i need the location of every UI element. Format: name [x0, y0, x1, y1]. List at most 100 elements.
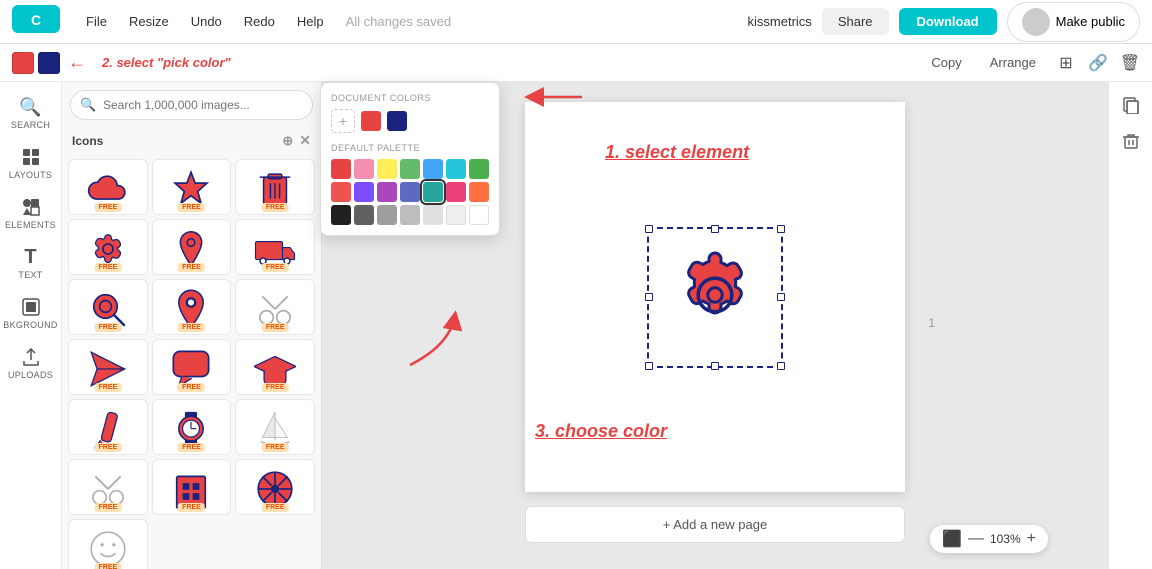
icon-card-face[interactable]: FREE	[68, 519, 148, 569]
canvas-page: 1. select element	[525, 102, 905, 492]
username: kissmetrics	[748, 14, 812, 29]
arrange-button[interactable]: Arrange	[982, 51, 1044, 74]
palette-orange[interactable]	[469, 182, 489, 202]
page-number: 1	[928, 316, 935, 330]
icon-card-cloud[interactable]: FREE	[68, 159, 148, 215]
palette-green[interactable]	[400, 159, 420, 179]
copy-button[interactable]: Copy	[923, 51, 969, 74]
add-color-button[interactable]: +	[331, 109, 355, 133]
handle-lm[interactable]	[645, 293, 653, 301]
palette-offwhite[interactable]	[446, 205, 466, 225]
download-button[interactable]: Download	[899, 8, 997, 35]
palette-yellow[interactable]	[377, 159, 397, 179]
icon-card-graduation-hat[interactable]: FREE	[235, 339, 315, 395]
annotation-1: 1. select element	[605, 142, 749, 163]
icon-card-chat[interactable]: FREE	[152, 339, 232, 395]
palette-red[interactable]	[331, 159, 351, 179]
palette-indigo[interactable]	[400, 182, 420, 202]
palette-medgray[interactable]	[377, 205, 397, 225]
handle-br[interactable]	[777, 362, 785, 370]
icon-card-scissors[interactable]: FREE	[235, 279, 315, 335]
avatar	[1022, 8, 1050, 36]
screen-icon[interactable]: ⬛	[942, 529, 962, 549]
icon-card-scissors2[interactable]: FREE	[68, 459, 148, 515]
icon-card-trash[interactable]: FREE	[235, 159, 315, 215]
handle-tr[interactable]	[777, 225, 785, 233]
copy-layout-icon[interactable]	[1116, 90, 1146, 120]
palette-verylightgray[interactable]	[423, 205, 443, 225]
palette-darkgray[interactable]	[354, 205, 374, 225]
palette-purple[interactable]	[354, 182, 374, 202]
icons-panel-title: Icons	[72, 134, 103, 148]
zoom-in-button[interactable]: +	[1027, 530, 1036, 548]
icon-card-star[interactable]: FREE	[152, 159, 232, 215]
color-swatch-group	[12, 52, 60, 74]
zoom-value: 103%	[990, 532, 1021, 546]
icon-card-sailboat[interactable]: FREE	[235, 399, 315, 455]
nav-file[interactable]: File	[76, 10, 117, 33]
palette-darkgreen[interactable]	[469, 159, 489, 179]
handle-bm[interactable]	[711, 362, 719, 370]
free-badge: FREE	[262, 383, 289, 392]
sidebar-item-search[interactable]: 🔍 SEARCH	[4, 90, 58, 136]
icon-card-paper-plane[interactable]: FREE	[68, 339, 148, 395]
free-badge: FREE	[94, 443, 121, 452]
doc-color-red[interactable]	[361, 111, 381, 131]
nav-undo[interactable]: Undo	[181, 10, 232, 33]
free-badge: FREE	[94, 263, 121, 272]
icon-card-truck[interactable]: FREE	[235, 219, 315, 275]
navbar-right: kissmetrics Share Download Make public	[748, 2, 1140, 42]
icon-card-search-circle[interactable]: FREE	[68, 279, 148, 335]
share-button[interactable]: Share	[822, 8, 889, 35]
palette-pink[interactable]	[354, 159, 374, 179]
sidebar-item-layouts[interactable]: LAYOUTS	[4, 140, 58, 186]
sidebar-item-elements[interactable]: ELEMENTS	[4, 190, 58, 236]
canva-logo[interactable]: C	[12, 5, 60, 38]
nav-help[interactable]: Help	[287, 10, 334, 33]
color-swatch-red[interactable]	[12, 52, 34, 74]
sidebar-item-uploads[interactable]: UPLOADS	[4, 340, 58, 386]
nav-resize[interactable]: Resize	[119, 10, 179, 33]
icon-card-pin[interactable]: FREE	[152, 219, 232, 275]
handle-tl[interactable]	[645, 225, 653, 233]
icon-card-building[interactable]: FREE	[152, 459, 232, 515]
color-swatch-navy[interactable]	[38, 52, 60, 74]
doc-color-navy[interactable]	[387, 111, 407, 131]
icon-card-wheel[interactable]: FREE	[235, 459, 315, 515]
palette-violet[interactable]	[377, 182, 397, 202]
handle-tm[interactable]	[711, 225, 719, 233]
trash-icon[interactable]: 🗑	[1120, 53, 1140, 73]
color-popup: DOCUMENT COLORS + DEFAULT PALETTE	[320, 82, 500, 236]
link-icon[interactable]: 🔗	[1088, 53, 1108, 73]
grid-icon[interactable]: ⊞	[1056, 53, 1076, 73]
palette-white[interactable]	[469, 205, 489, 225]
palette-hotpink[interactable]	[446, 182, 466, 202]
icons-panel-expand[interactable]: ⊕	[282, 133, 293, 149]
icons-panel-close[interactable]: ✕	[299, 132, 311, 149]
icon-card-watch[interactable]: FREE	[152, 399, 232, 455]
handle-rm[interactable]	[777, 293, 785, 301]
make-public-label: Make public	[1056, 14, 1125, 29]
pick-color-annotation: 2. select "pick color"	[102, 55, 231, 70]
search-icon-left: 🔍	[80, 97, 96, 113]
canvas-gear-element[interactable]	[655, 235, 775, 360]
free-badge: FREE	[178, 323, 205, 332]
palette-cyan[interactable]	[446, 159, 466, 179]
palette-blue[interactable]	[423, 159, 443, 179]
icon-card-pen[interactable]: FREE	[68, 399, 148, 455]
palette-red2[interactable]	[331, 182, 351, 202]
search-input[interactable]	[70, 90, 313, 120]
icon-card-location-pin[interactable]: FREE	[152, 279, 232, 335]
palette-black[interactable]	[331, 205, 351, 225]
add-page-button[interactable]: + Add a new page	[525, 506, 905, 543]
sidebar-item-text[interactable]: T TEXT	[4, 240, 58, 286]
palette-teal[interactable]	[423, 182, 443, 202]
zoom-out-button[interactable]: —	[968, 530, 984, 548]
make-public-button[interactable]: Make public	[1007, 2, 1140, 42]
palette-lightgray[interactable]	[400, 205, 420, 225]
sidebar-item-background[interactable]: BKGROUND	[4, 290, 58, 336]
nav-redo[interactable]: Redo	[234, 10, 285, 33]
handle-bl[interactable]	[645, 362, 653, 370]
icon-card-gear[interactable]: FREE	[68, 219, 148, 275]
delete-page-icon[interactable]	[1116, 126, 1146, 156]
